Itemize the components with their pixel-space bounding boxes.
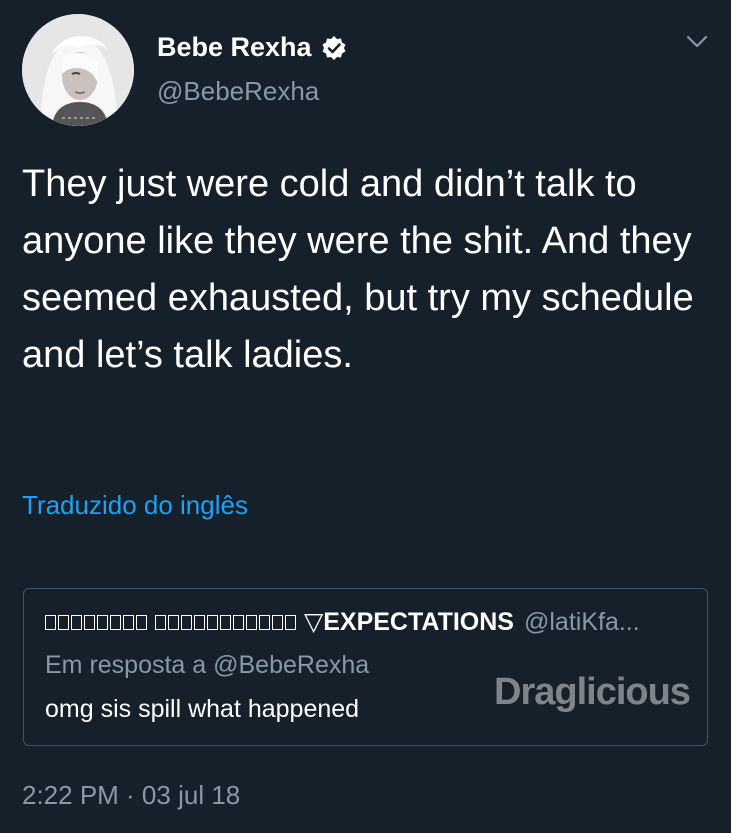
- avatar[interactable]: [22, 14, 134, 126]
- quoted-tweet-text: omg sis spill what happened: [45, 695, 360, 723]
- quoted-reply-context: Em resposta a @BebeRexha: [45, 651, 370, 679]
- watermark-text: Draglicious: [494, 671, 691, 713]
- author-handle[interactable]: @BebeRexha: [157, 76, 319, 107]
- translate-link[interactable]: Traduzido do inglês: [22, 490, 248, 521]
- tweet-text: They just were cold and didn’t talk to a…: [22, 163, 694, 376]
- unrendered-glyphs: [155, 615, 296, 630]
- author-name-row[interactable]: Bebe Rexha: [157, 32, 347, 63]
- unrendered-glyphs: [45, 615, 147, 630]
- author-display-name[interactable]: Bebe Rexha: [157, 32, 312, 63]
- verified-badge-icon: [322, 35, 346, 60]
- watermark-logo: Draglicious: [494, 671, 691, 714]
- quoted-author-name: ▽EXPECTATIONS: [304, 608, 514, 636]
- quoted-tweet-card[interactable]: ▽EXPECTATIONS @latiKfa... Em resposta a …: [23, 588, 708, 746]
- tweet-timestamp[interactable]: 2:22 PM · 03 jul 18: [22, 780, 240, 811]
- chevron-down-icon[interactable]: [686, 34, 708, 50]
- profile-photo: [22, 14, 134, 126]
- quoted-author-handle: @latiKfa...: [524, 608, 640, 636]
- quoted-author-row: ▽EXPECTATIONS @latiKfa...: [45, 607, 640, 637]
